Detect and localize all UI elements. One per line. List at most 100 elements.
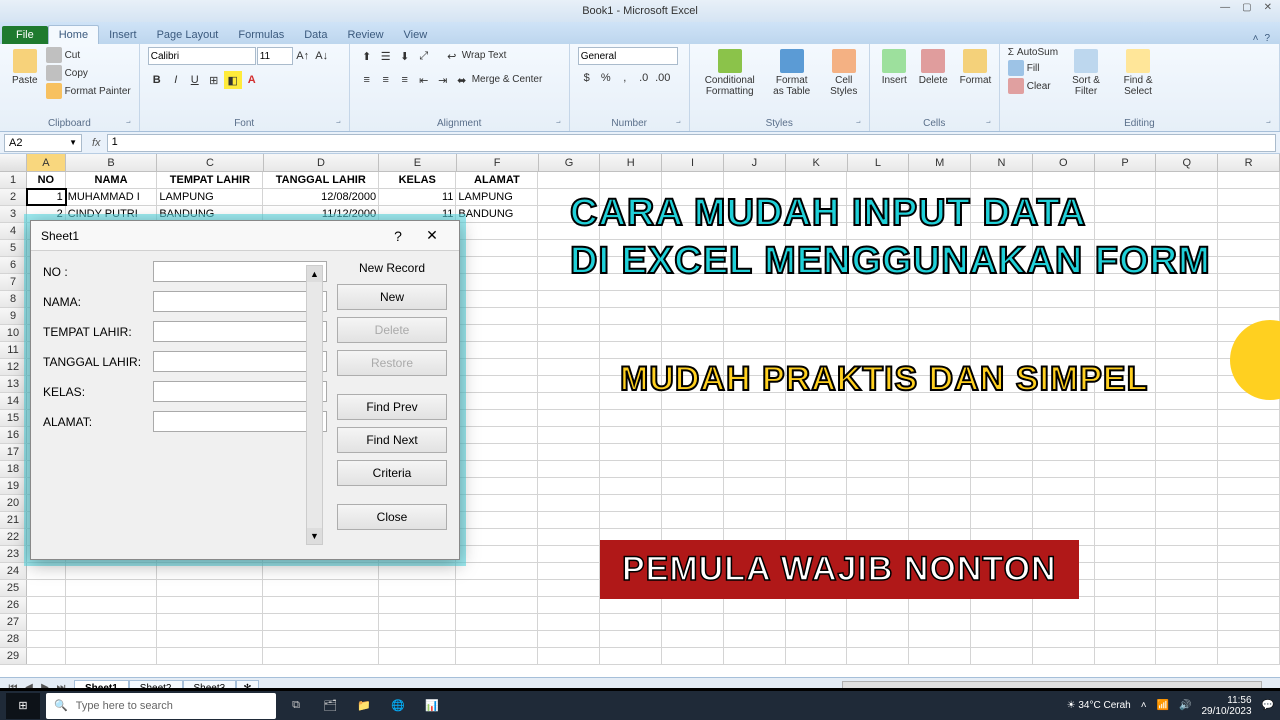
- taskbar-app-1[interactable]: 🗂: [316, 693, 344, 719]
- cell[interactable]: [971, 648, 1033, 664]
- cell[interactable]: [600, 444, 662, 460]
- cell[interactable]: [1095, 291, 1157, 307]
- row-header[interactable]: 14: [0, 393, 27, 409]
- cell[interactable]: [1033, 444, 1095, 460]
- row-header[interactable]: 5: [0, 240, 27, 256]
- cell[interactable]: [1156, 291, 1218, 307]
- cell[interactable]: [456, 597, 538, 613]
- cell[interactable]: [971, 342, 1033, 358]
- row-header[interactable]: 11: [0, 342, 27, 358]
- row-header[interactable]: 25: [0, 580, 27, 596]
- row-header[interactable]: 18: [0, 461, 27, 477]
- cell[interactable]: [1156, 444, 1218, 460]
- cell[interactable]: [1218, 614, 1280, 630]
- row-header[interactable]: 23: [0, 546, 27, 562]
- border-button[interactable]: ⊞: [205, 71, 223, 89]
- col-header-G[interactable]: G: [539, 154, 601, 171]
- cell[interactable]: [1218, 495, 1280, 511]
- cell[interactable]: [971, 461, 1033, 477]
- cell[interactable]: [1218, 478, 1280, 494]
- field-input-nama[interactable]: [153, 291, 327, 312]
- cell[interactable]: [786, 614, 848, 630]
- cell[interactable]: [724, 648, 786, 664]
- cell[interactable]: [1218, 223, 1280, 239]
- taskbar-app-3[interactable]: 🌐: [384, 693, 412, 719]
- cell[interactable]: [263, 631, 379, 647]
- cell[interactable]: [662, 444, 724, 460]
- tray-volume-icon[interactable]: 🔊: [1179, 700, 1191, 711]
- cell[interactable]: [1033, 512, 1095, 528]
- cell[interactable]: [456, 274, 538, 290]
- cell[interactable]: [1095, 325, 1157, 341]
- cell[interactable]: [847, 427, 909, 443]
- cell[interactable]: [27, 597, 66, 613]
- cell[interactable]: [1033, 461, 1095, 477]
- tab-data[interactable]: Data: [294, 26, 337, 44]
- cell[interactable]: [1218, 546, 1280, 562]
- cell[interactable]: [971, 631, 1033, 647]
- dialog-help-button[interactable]: ?: [381, 228, 415, 244]
- criteria-button[interactable]: Criteria: [337, 460, 447, 486]
- new-button[interactable]: New: [337, 284, 447, 310]
- cell[interactable]: [786, 172, 848, 188]
- cell[interactable]: [1095, 410, 1157, 426]
- cell[interactable]: [538, 410, 600, 426]
- align-right-button[interactable]: ≡: [396, 71, 414, 89]
- cell[interactable]: [971, 172, 1033, 188]
- cell[interactable]: [379, 597, 456, 613]
- cell[interactable]: [971, 427, 1033, 443]
- find-next-button[interactable]: Find Next: [337, 427, 447, 453]
- cell[interactable]: [538, 546, 600, 562]
- taskbar-search[interactable]: 🔍Type here to search: [46, 693, 276, 719]
- taskbar-app-4[interactable]: 📊: [418, 693, 446, 719]
- cell[interactable]: [1095, 614, 1157, 630]
- cell[interactable]: [1095, 512, 1157, 528]
- cell[interactable]: [662, 461, 724, 477]
- cell[interactable]: [971, 478, 1033, 494]
- cell[interactable]: [538, 444, 600, 460]
- cell[interactable]: [456, 563, 538, 579]
- cell[interactable]: [847, 631, 909, 647]
- cell[interactable]: [971, 597, 1033, 613]
- cut-button[interactable]: Cut: [46, 47, 131, 63]
- row-header[interactable]: 6: [0, 257, 27, 273]
- italic-button[interactable]: I: [167, 71, 185, 89]
- percent-button[interactable]: %: [597, 69, 615, 87]
- cell[interactable]: [786, 325, 848, 341]
- cell[interactable]: [456, 427, 538, 443]
- cell[interactable]: [379, 563, 456, 579]
- cell[interactable]: [157, 580, 263, 596]
- row-header[interactable]: 27: [0, 614, 27, 630]
- cell[interactable]: [456, 546, 538, 562]
- tray-network-icon[interactable]: 📶: [1157, 700, 1169, 711]
- cell[interactable]: [1218, 444, 1280, 460]
- cell[interactable]: [66, 631, 158, 647]
- cell[interactable]: [1218, 648, 1280, 664]
- cell[interactable]: [1156, 529, 1218, 545]
- cell[interactable]: TANGGAL LAHIR: [263, 172, 379, 188]
- col-header-R[interactable]: R: [1218, 154, 1280, 171]
- col-header-Q[interactable]: Q: [1156, 154, 1218, 171]
- cell[interactable]: [600, 308, 662, 324]
- cell[interactable]: [971, 614, 1033, 630]
- field-input-tempat[interactable]: [153, 321, 327, 342]
- cell[interactable]: [724, 291, 786, 307]
- cell[interactable]: [909, 308, 971, 324]
- cell[interactable]: [662, 291, 724, 307]
- cell[interactable]: NO: [27, 172, 66, 188]
- cell[interactable]: [724, 478, 786, 494]
- cell[interactable]: [538, 427, 600, 443]
- start-button[interactable]: ⊞: [6, 693, 40, 719]
- ribbon-minimize-icon[interactable]: ˄: [1253, 33, 1259, 44]
- find-prev-button[interactable]: Find Prev: [337, 394, 447, 420]
- taskbar-app-2[interactable]: 📁: [350, 693, 378, 719]
- field-input-kelas[interactable]: [153, 381, 327, 402]
- cell[interactable]: [786, 461, 848, 477]
- cell[interactable]: [1033, 648, 1095, 664]
- cell[interactable]: [456, 410, 538, 426]
- cell[interactable]: [263, 648, 379, 664]
- row-header[interactable]: 13: [0, 376, 27, 392]
- merge-button[interactable]: ⬌: [453, 71, 471, 89]
- tab-formulas[interactable]: Formulas: [228, 26, 294, 44]
- weather-widget[interactable]: ☀ 34°C Cerah: [1067, 700, 1131, 711]
